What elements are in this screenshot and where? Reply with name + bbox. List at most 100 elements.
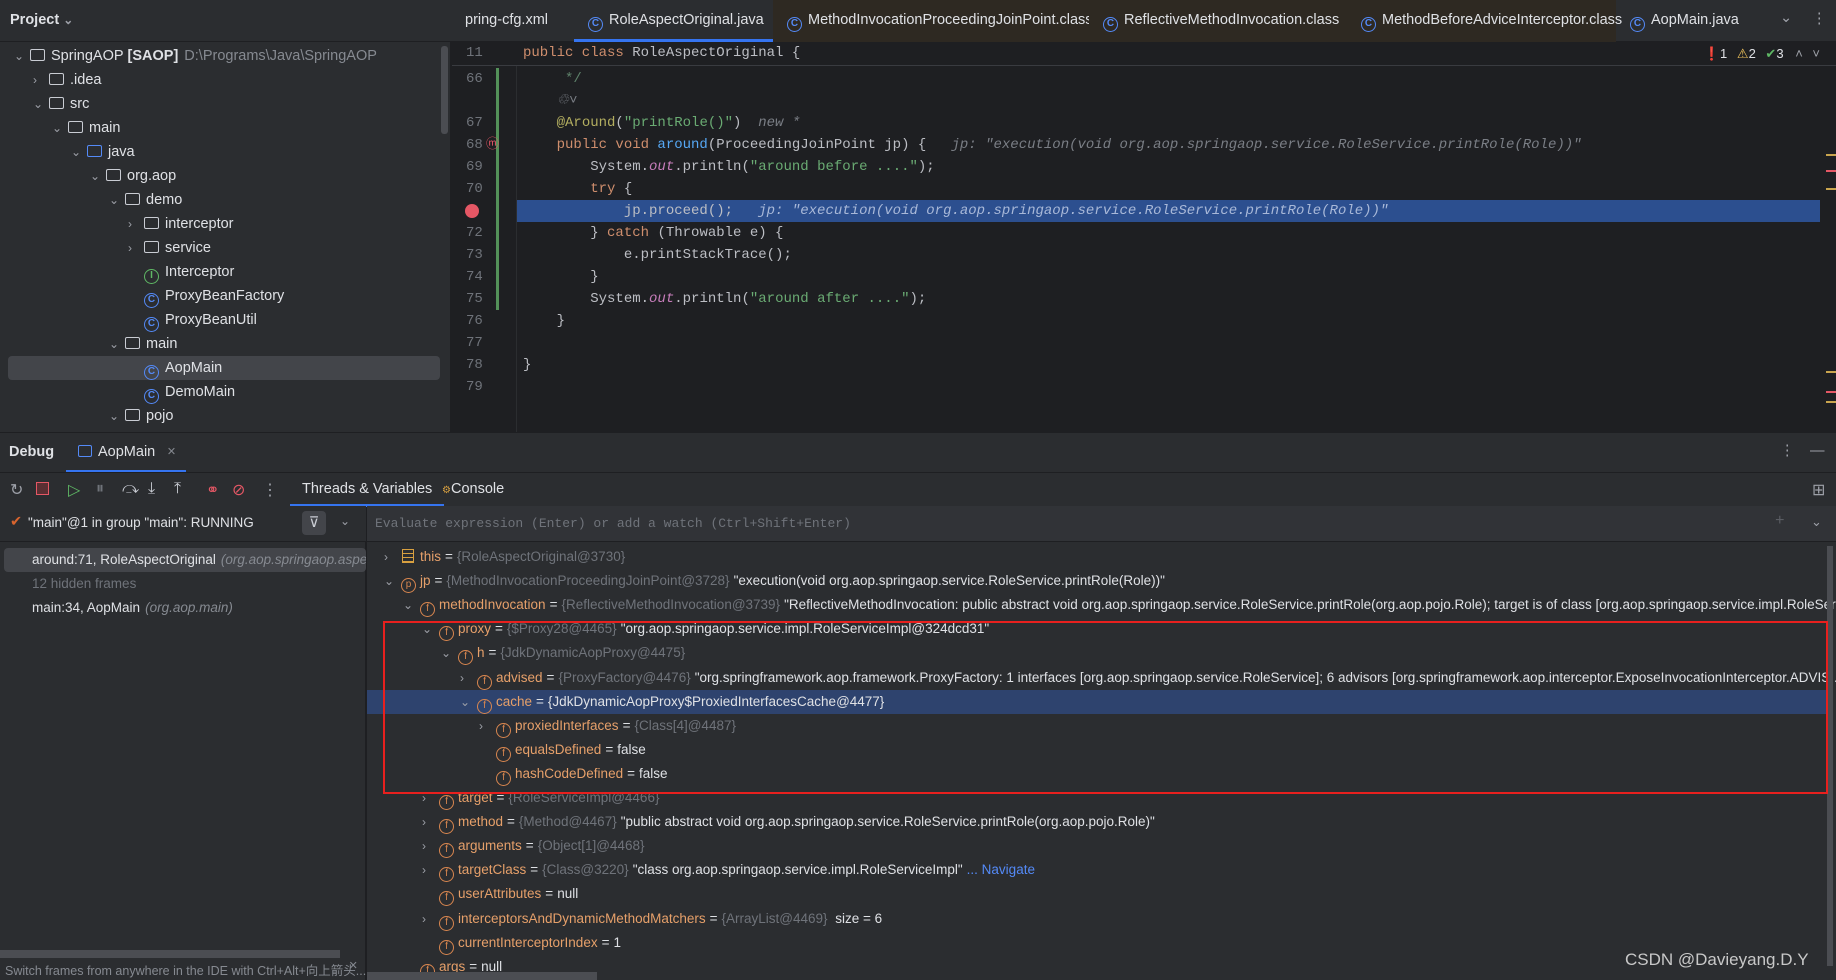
- chevron-down-icon[interactable]: ⌄: [403, 593, 420, 617]
- variable-row[interactable]: ⌄ p jp = {MethodInvocationProceedingJoinPoin…: [367, 569, 1827, 594]
- close-icon[interactable]: ×: [349, 958, 357, 974]
- editor-scrollbar[interactable]: [1820, 66, 1836, 432]
- tree-item[interactable]: C ProxyBeanFactory: [8, 284, 440, 308]
- tab-threads-variables[interactable]: Threads & Variables: [290, 473, 445, 507]
- code-line[interactable]: 73 e.printStackTrace();: [452, 244, 1836, 266]
- code-line[interactable]: 68 ⓜ public void around(ProceedingJoinPoi…: [452, 134, 1836, 156]
- step-over-icon[interactable]: ⤼: [122, 480, 139, 498]
- editor-tab[interactable]: pring-cfg.xml: [451, 0, 562, 42]
- code-line[interactable]: 70 try {: [452, 178, 1836, 200]
- editor-tab[interactable]: C MethodBeforeAdviceInterceptor.class: [1347, 0, 1622, 42]
- tree-item[interactable]: ⌄ demo: [8, 188, 440, 212]
- method-breakpoint-icon[interactable]: ⓜ: [486, 134, 499, 156]
- view-breakpoints-icon[interactable]: ⚭: [206, 480, 219, 500]
- session-tab-aopmain[interactable]: AopMain ×: [66, 433, 186, 473]
- tree-item[interactable]: ⌄ java: [8, 140, 440, 164]
- variable-value: "ReflectiveMethodInvocation: public abst…: [784, 597, 1836, 613]
- next-highlight-icon[interactable]: ˅: [1812, 46, 1820, 61]
- add-watch-icon[interactable]: +: [1775, 512, 1785, 530]
- tree-item[interactable]: ⌄ SpringAOP [SAOP] D:\Programs\Java\SpringA…: [8, 44, 440, 68]
- pause-icon[interactable]: ⏸: [96, 480, 104, 498]
- variable-row[interactable]: › f method = {Method@4467} "public abstract v…: [367, 810, 1827, 835]
- tree-item[interactable]: C DemoMain: [8, 380, 440, 404]
- thread-selector[interactable]: ✔ "main"@1 in group "main": RUNNING ⊽ ⌄: [0, 506, 366, 542]
- resume-icon[interactable]: ▷: [68, 480, 80, 500]
- tree-item[interactable]: › interceptor: [8, 212, 440, 236]
- tree-item[interactable]: C AopMain: [8, 356, 440, 380]
- tree-item[interactable]: ⌄ main: [8, 116, 440, 140]
- breakpoint-icon[interactable]: [465, 204, 479, 218]
- variable-row[interactable]: ⌄ f methodInvocation = {ReflectiveMethodInvo…: [367, 593, 1836, 618]
- code-editor[interactable]: 11 public class RoleAspectOriginal { 66 *…: [452, 42, 1836, 432]
- code-line[interactable]: 67 @Around("printRole()") new *: [452, 112, 1836, 134]
- more-icon[interactable]: ⋮: [1812, 11, 1827, 27]
- variable-row[interactable]: › f interceptorsAndDynamicMethodMatchers ={…: [367, 907, 1827, 931]
- previous-highlight-icon[interactable]: ˄: [1795, 46, 1803, 61]
- inspection-widget[interactable]: ❗1 ⚠2 ✔3 ˄ ˅: [1704, 46, 1820, 62]
- code-line[interactable]: 77: [452, 332, 1836, 354]
- tree-item[interactable]: ⌄ pojo: [8, 404, 440, 428]
- editor-tab[interactable]: C MethodInvocationProceedingJoinPoint.cla…: [773, 0, 1093, 42]
- filter-icon[interactable]: ⊽: [302, 511, 326, 535]
- tree-item[interactable]: ⌄ org.aop: [8, 164, 440, 188]
- variable-row[interactable]: f userAttributes = null: [367, 882, 1827, 907]
- code-line[interactable]: 66 */: [452, 68, 1836, 90]
- code-text: }: [523, 310, 565, 332]
- code-line[interactable]: 79: [452, 376, 1836, 398]
- code-line[interactable]: 78}: [452, 354, 1836, 376]
- variable-row[interactable]: › f arguments = {Object[1]@4468}: [367, 834, 1827, 859]
- more-icon[interactable]: ⋮: [1780, 443, 1795, 459]
- tree-item[interactable]: I Interceptor: [8, 260, 440, 284]
- variable-row[interactable]: f currentInterceptorIndex = 1: [367, 931, 1827, 955]
- step-into-icon[interactable]: ⤓: [148, 480, 155, 498]
- tree-item[interactable]: C ProxyBeanUtil: [8, 308, 440, 332]
- code-line[interactable]: 75 System.out.println("around after ....…: [452, 288, 1836, 310]
- chevron-down-icon[interactable]: ⌄: [1811, 514, 1822, 530]
- tabs-dropdown-icon[interactable]: ⌄: [1780, 10, 1792, 26]
- frames-horizontal-scrollbar[interactable]: [0, 950, 340, 958]
- stack-frame[interactable]: around:71, RoleAspectOriginal (org.aop.sp…: [4, 548, 366, 572]
- layout-icon[interactable]: ⊞: [1812, 480, 1825, 500]
- code-line[interactable]: 76 }: [452, 310, 1836, 332]
- chevron-right-icon[interactable]: ›: [422, 907, 439, 931]
- code-line[interactable]: ♲˅: [452, 90, 1836, 112]
- close-icon[interactable]: ×: [167, 444, 175, 460]
- editor-tab[interactable]: C AopMain.java: [1616, 0, 1753, 42]
- variables-horizontal-scrollbar[interactable]: [367, 972, 597, 980]
- tab-console[interactable]: ⚙Console: [438, 473, 508, 507]
- chevron-down-icon[interactable]: ⌄: [384, 569, 401, 593]
- chevron-down-icon[interactable]: ⌄: [340, 514, 350, 528]
- stack-frame[interactable]: 12 hidden frames: [4, 572, 366, 596]
- line-number: 70: [466, 181, 483, 197]
- chevron-right-icon[interactable]: ›: [422, 834, 439, 858]
- editor-tab[interactable]: C ReflectiveMethodInvocation.class: [1089, 0, 1347, 42]
- code-line[interactable]: 69 System.out.println("around before ...…: [452, 156, 1836, 178]
- stack-frame[interactable]: main:34, AopMain (org.aop.main): [4, 596, 366, 620]
- tab-label: AopMain.java: [1651, 12, 1739, 28]
- step-out-icon[interactable]: ⤒: [174, 480, 181, 498]
- variable-name: currentInterceptorIndex: [458, 934, 598, 950]
- chevron-right-icon[interactable]: ›: [422, 810, 439, 834]
- chevron-right-icon[interactable]: ›: [384, 545, 401, 569]
- code-line[interactable]: 74 }: [452, 266, 1836, 288]
- project-panel-title[interactable]: Project ⌄: [10, 12, 73, 28]
- chevron-right-icon[interactable]: ›: [422, 858, 439, 882]
- editor-tab[interactable]: CRoleAspectOriginal.java×: [574, 0, 797, 42]
- minimize-icon[interactable]: —: [1810, 443, 1825, 459]
- mute-breakpoints-icon[interactable]: ⊘: [232, 480, 245, 500]
- line-number: 78: [466, 357, 483, 373]
- variable-link[interactable]: ... Navigate: [967, 862, 1035, 877]
- variable-row[interactable]: › f targetClass = {Class@3220} "class org.aop…: [367, 858, 1827, 883]
- project-scrollbar[interactable]: [441, 46, 448, 134]
- tree-item[interactable]: ⌄ main: [8, 332, 440, 356]
- tree-item[interactable]: › .idea: [8, 68, 440, 92]
- code-line[interactable]: 72 } catch (Throwable e) {: [452, 222, 1836, 244]
- evaluate-expression-input[interactable]: Evaluate expression (Enter) or add a wat…: [367, 506, 1836, 542]
- rerun-icon[interactable]: ↻: [10, 480, 23, 500]
- execution-line[interactable]: jp.proceed(); jp: "execution(void org.ao…: [452, 200, 1836, 222]
- tree-item[interactable]: › service: [8, 236, 440, 260]
- more-icon[interactable]: ⋮: [262, 480, 278, 500]
- tree-item[interactable]: ⌄ src: [8, 92, 440, 116]
- stop-icon[interactable]: [36, 482, 49, 495]
- variable-row[interactable]: › this = {RoleAspectOriginal@3730}: [367, 545, 1827, 569]
